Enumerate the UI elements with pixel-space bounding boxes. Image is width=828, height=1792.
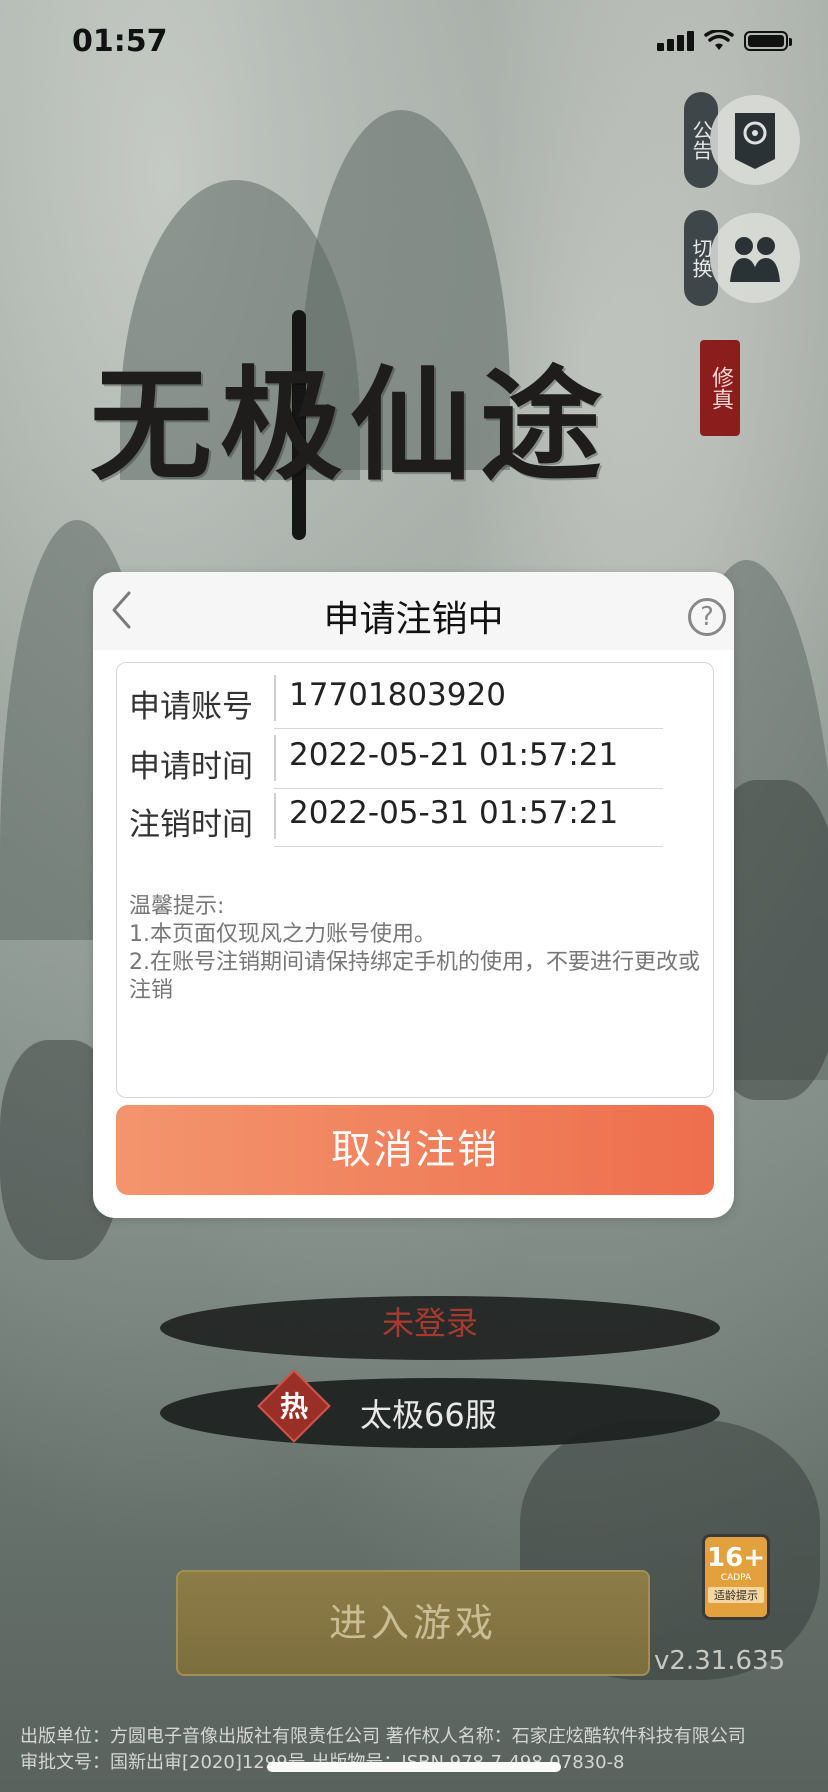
announcement-button[interactable]: 公告 bbox=[684, 92, 800, 188]
status-icons bbox=[657, 30, 792, 52]
signal-icon bbox=[657, 31, 694, 51]
help-icon[interactable]: ? bbox=[688, 598, 726, 636]
login-status-text[interactable]: 未登录 bbox=[150, 1298, 710, 1344]
info-separator bbox=[274, 675, 276, 721]
info-value: 2022-05-31 01:57:21 bbox=[289, 795, 619, 831]
info-separator bbox=[274, 735, 276, 781]
age-rating-org: CADPA bbox=[720, 1573, 752, 1583]
info-row-cancel-time: 注销时间 2022-05-31 01:57:21 bbox=[129, 789, 663, 847]
account-info-box: 申请账号 17701803920 申请时间 2022-05-21 01:57:2… bbox=[116, 662, 714, 1098]
dialog-title: 申请注销中 bbox=[323, 599, 504, 640]
wifi-icon bbox=[704, 30, 734, 50]
status-bar: 01:57 bbox=[0, 0, 828, 88]
age-rating-tip: 适龄提示 bbox=[708, 1587, 764, 1603]
version-label: v2.31.635 bbox=[654, 1646, 786, 1676]
home-indicator bbox=[267, 1762, 561, 1772]
info-label: 申请账号 bbox=[129, 689, 253, 725]
cancel-deletion-button[interactable]: 取消注销 bbox=[116, 1105, 714, 1195]
info-value: 2022-05-21 01:57:21 bbox=[289, 737, 619, 773]
publisher-info: 出版单位：方圆电子音像出版社有限责任公司 著作权人名称：石家庄炫酷软件科技有限公… bbox=[20, 1726, 746, 1747]
battery-icon bbox=[744, 31, 792, 51]
dialog-header: 申请注销中 ? bbox=[93, 572, 734, 650]
info-value: 17701803920 bbox=[289, 677, 506, 713]
info-divider bbox=[274, 727, 663, 729]
age-rating-badge[interactable]: 16+ CADPA 适龄提示 bbox=[702, 1534, 770, 1620]
info-row-account: 申请账号 17701803920 bbox=[129, 671, 663, 729]
tips-line-1: 1.本页面仅现风之力账号使用。 bbox=[129, 922, 436, 947]
switch-account-button[interactable]: 切换 bbox=[684, 210, 800, 306]
tips-text: 温馨提示: 1.本页面仅现风之力账号使用。 2.在账号注销期间请保持绑定手机的使… bbox=[129, 893, 709, 1005]
banner-icon bbox=[710, 95, 800, 185]
server-name[interactable]: 太极66服 bbox=[360, 1390, 497, 1436]
logo-seal: 修真 bbox=[700, 340, 740, 436]
age-rating-number: 16+ bbox=[707, 1543, 765, 1573]
tips-heading: 温馨提示: bbox=[129, 894, 225, 919]
users-icon bbox=[710, 213, 800, 303]
game-logo: 无极仙途 bbox=[90, 353, 610, 497]
tips-line-2: 2.在账号注销期间请保持绑定手机的使用，不要进行更改或注销 bbox=[129, 950, 700, 1003]
hot-badge-text: 热 bbox=[279, 1390, 308, 1423]
info-label: 注销时间 bbox=[129, 807, 253, 843]
info-row-apply-time: 申请时间 2022-05-21 01:57:21 bbox=[129, 731, 663, 789]
status-time: 01:57 bbox=[72, 24, 168, 59]
cancellation-dialog: 申请注销中 ? 申请账号 17701803920 申请时间 2022-05-21… bbox=[93, 572, 734, 1218]
info-divider bbox=[274, 845, 663, 847]
info-label: 申请时间 bbox=[129, 749, 253, 785]
enter-game-button[interactable]: 进入游戏 bbox=[176, 1570, 650, 1676]
info-separator bbox=[274, 793, 276, 839]
